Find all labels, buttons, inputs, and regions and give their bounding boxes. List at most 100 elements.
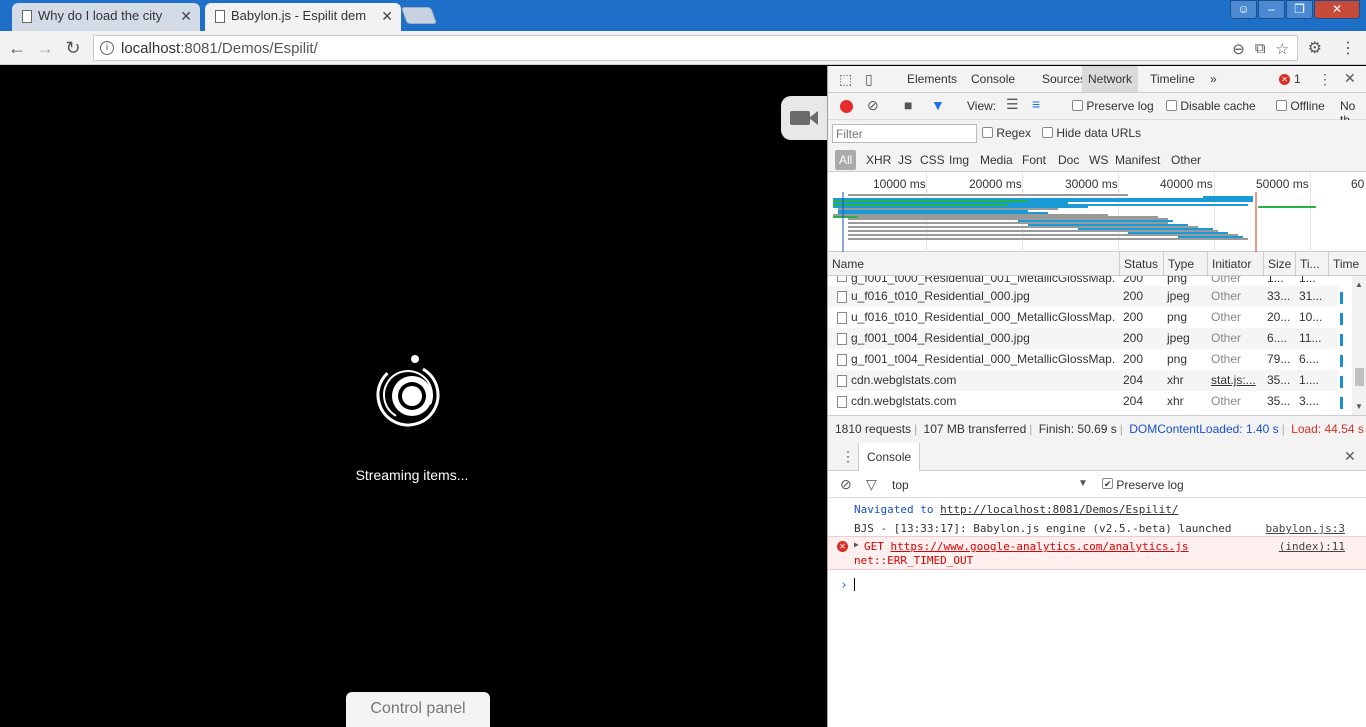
close-devtools-icon[interactable]: ✕ (1344, 70, 1356, 87)
table-row[interactable]: g_f001_t004_Residential_000.jpg 200 jpeg Ot… (828, 328, 1343, 349)
console-filter-icon[interactable]: ▽ (866, 476, 877, 493)
drawer-tab-console[interactable]: Console (858, 443, 921, 471)
clear-console-icon[interactable]: ⊘ (840, 476, 852, 493)
type-ws[interactable]: WS (1089, 153, 1108, 167)
close-window-button[interactable]: ✕ (1314, 0, 1360, 19)
tab-timeline[interactable]: Timeline (1150, 72, 1195, 86)
devtools-menu-icon[interactable]: ⋮ (1318, 71, 1332, 88)
close-drawer-icon[interactable]: ✕ (1344, 448, 1356, 465)
bookmark-star-icon[interactable]: ☆ (1276, 40, 1289, 58)
col-time[interactable]: Ti... (1295, 252, 1328, 276)
console-input[interactable] (854, 578, 855, 591)
disable-cache-checkbox[interactable]: Disable cache (1166, 99, 1256, 113)
forward-icon[interactable]: → (34, 37, 56, 59)
menu-icon[interactable]: ⋮ (1340, 38, 1356, 58)
filter-icon[interactable]: ▼ (931, 97, 945, 113)
filter-input[interactable] (832, 124, 977, 143)
info-icon[interactable]: i (100, 41, 114, 55)
waterfall-icon[interactable]: ≡ (1032, 96, 1040, 112)
type-other[interactable]: Other (1171, 153, 1201, 167)
browser-tab-0[interactable]: Why do I load the city ✕ (12, 3, 200, 31)
cell-initiator: Other (1211, 394, 1242, 408)
preserve-log-label: Preserve log (1086, 99, 1154, 113)
new-tab-button[interactable] (400, 7, 438, 24)
error-url-link[interactable]: https://www.google-analytics.com/analyti… (891, 540, 1189, 553)
table-row[interactable]: u_f016_t010_Residential_000.jpg 200 jpeg Ot… (828, 286, 1343, 307)
error-source-link[interactable]: (index):11 (1279, 540, 1345, 553)
translate-icon[interactable]: ⧉ (1255, 40, 1266, 58)
minimize-button[interactable]: – (1258, 0, 1285, 19)
drawer-menu-icon[interactable]: ⋮ (841, 448, 855, 465)
col-type[interactable]: Type (1163, 252, 1207, 276)
back-icon[interactable]: ← (6, 37, 28, 59)
tab-elements[interactable]: Elements (907, 72, 957, 86)
type-all[interactable]: All (835, 150, 857, 170)
console-preserve-log-checkbox[interactable]: Preserve log (1102, 478, 1184, 492)
loading-spinner-icon (376, 355, 440, 427)
type-manifest[interactable]: Manifest (1115, 153, 1160, 167)
scroll-thumb[interactable] (1355, 368, 1364, 386)
col-size[interactable]: Size (1263, 252, 1295, 276)
table-row[interactable]: cdn.webglstats.com 204 xhr stat.js:... 35...… (828, 370, 1343, 391)
page-icon (22, 10, 32, 23)
browser-tab-1[interactable]: Babylon.js - Espilit dem ✕ (205, 3, 401, 31)
capture-screenshots-icon[interactable]: ■ (904, 97, 912, 113)
type-doc[interactable]: Doc (1058, 153, 1079, 167)
col-timeline[interactable]: Time (1328, 252, 1366, 276)
reload-icon[interactable]: ↻ (62, 37, 84, 59)
control-panel-button[interactable]: Control panel (346, 692, 490, 727)
table-row[interactable]: g_f001_t000_Residential_001_MetallicGlos… (828, 276, 1338, 286)
expand-triangle-icon[interactable]: ▶ (854, 540, 859, 549)
col-status[interactable]: Status (1119, 252, 1163, 276)
preserve-log-checkbox[interactable]: Preserve log (1072, 99, 1154, 113)
camera-toggle-button[interactable] (781, 96, 827, 140)
address-bar[interactable]: i localhost:8081/Demos/Espilit/ ⊖ ⧉ ☆ (93, 35, 1298, 61)
type-media[interactable]: Media (980, 153, 1013, 167)
cell-name: g_f001_t004_Residential_000.jpg (851, 331, 1030, 345)
cell-initiator[interactable]: stat.js:... (1207, 370, 1263, 391)
large-rows-icon[interactable]: ☰ (1006, 96, 1019, 113)
offline-checkbox[interactable]: Offline (1276, 99, 1325, 113)
cell-initiator: Other (1211, 331, 1242, 345)
error-count[interactable]: 1 (1294, 72, 1301, 86)
context-select[interactable]: top (892, 478, 909, 492)
context-dropdown-icon[interactable]: ▼ (1078, 478, 1088, 489)
user-icon[interactable]: ☺ (1230, 0, 1257, 19)
clear-icon[interactable]: ⊘ (867, 97, 879, 114)
scroll-up-icon[interactable]: ▲ (1355, 280, 1363, 289)
table-scrollbar[interactable]: ▲ ▼ (1352, 276, 1366, 415)
network-overview[interactable]: 10000 ms 20000 ms 30000 ms 40000 ms 5000… (828, 172, 1366, 252)
log-source-link[interactable]: babylon.js:3 (1266, 522, 1345, 535)
table-row[interactable]: g_f001_t004_Residential_000_MetallicGlos… (828, 349, 1343, 370)
url-text[interactable]: localhost:8081/Demos/Espilit/ (121, 40, 318, 57)
more-tabs-icon[interactable]: » (1210, 72, 1217, 86)
extension-icon[interactable]: ⚙ (1308, 38, 1322, 58)
type-css[interactable]: CSS (920, 153, 945, 167)
tab-console[interactable]: Console (971, 72, 1015, 86)
record-icon[interactable] (840, 100, 853, 113)
regex-checkbox[interactable]: Regex (982, 126, 1031, 140)
tab-sources[interactable]: Sources (1042, 72, 1086, 86)
hide-data-urls-checkbox[interactable]: Hide data URLs (1042, 126, 1141, 140)
maximize-button[interactable]: ❐ (1286, 0, 1313, 19)
zoom-icon[interactable]: ⊖ (1232, 40, 1245, 58)
col-name[interactable]: Name (828, 252, 1119, 276)
inspect-element-icon[interactable]: ⬚ (839, 71, 852, 88)
error-count-icon[interactable]: ✕ (1279, 74, 1290, 85)
type-font[interactable]: Font (1022, 153, 1046, 167)
scroll-down-icon[interactable]: ▼ (1355, 402, 1363, 411)
overview-tick: 20000 ms (969, 177, 1022, 191)
console-error-message: ✕ ▶ GET https://www.google-analytics.com… (828, 536, 1366, 570)
device-mode-icon[interactable]: ▯ (865, 71, 873, 88)
table-row[interactable]: cdn.webglstats.com 204 xhr Other 35... 3.... (828, 391, 1343, 412)
type-xhr[interactable]: XHR (866, 153, 891, 167)
col-initiator[interactable]: Initiator (1207, 252, 1263, 276)
close-tab-icon[interactable]: ✕ (180, 3, 192, 29)
cell-size: 6.... (1267, 331, 1288, 345)
table-row[interactable]: u_f016_t010_Residential_000_MetallicGlos… (828, 307, 1343, 328)
type-js[interactable]: JS (898, 153, 912, 167)
type-img[interactable]: Img (949, 153, 969, 167)
navigated-link[interactable]: http://localhost:8081/Demos/Espilit/ (940, 503, 1178, 516)
tab-network[interactable]: Network (1082, 66, 1139, 92)
close-tab-icon[interactable]: ✕ (381, 3, 393, 29)
